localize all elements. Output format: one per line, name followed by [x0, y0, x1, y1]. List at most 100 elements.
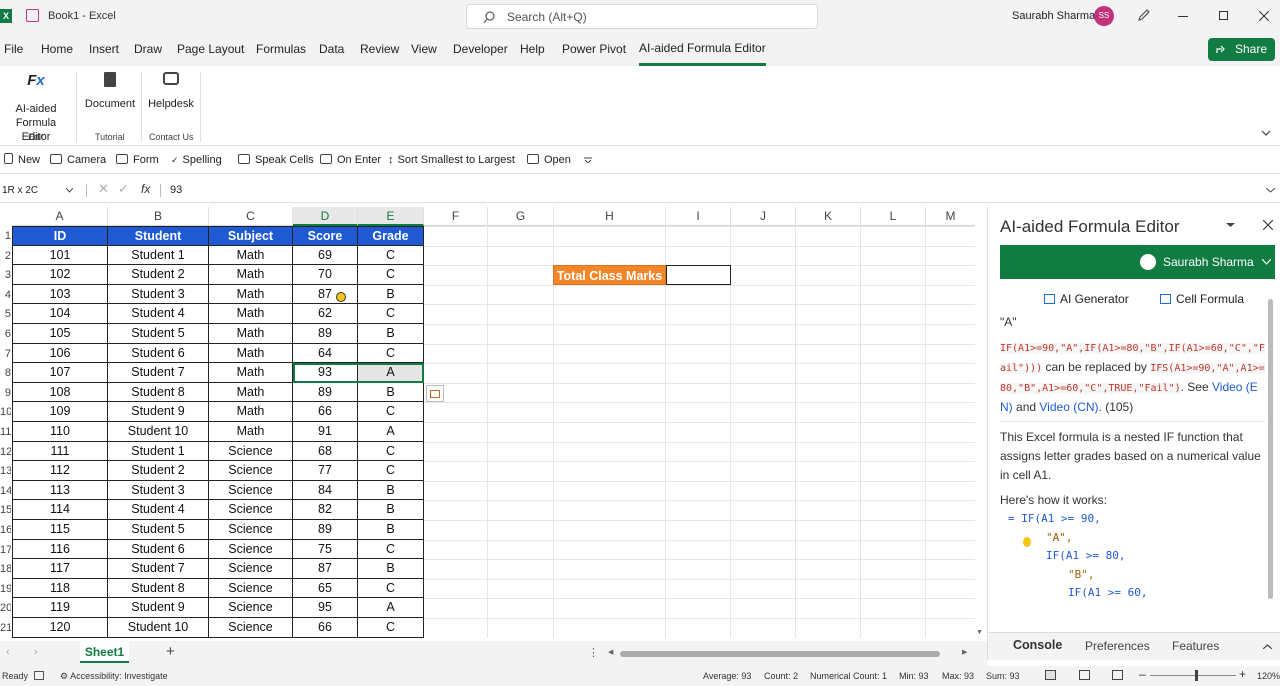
table-cell[interactable]: 87	[293, 559, 358, 579]
search-box[interactable]: Search (Alt+Q)	[466, 4, 818, 29]
add-sheet-icon[interactable]: +	[166, 643, 175, 660]
table-cell[interactable]: Science	[209, 500, 293, 520]
table-cell[interactable]: 66	[293, 402, 358, 422]
table-cell[interactable]: 65	[293, 578, 358, 599]
page-layout-view-icon[interactable]	[1079, 670, 1090, 680]
qat-spelling[interactable]: ✓ Spelling	[171, 151, 222, 170]
table-cell[interactable]: Student 2	[108, 461, 209, 481]
prev-sheet-icon[interactable]: ‹	[6, 646, 10, 658]
table-cell[interactable]: 111	[12, 441, 108, 462]
row-number[interactable]: 7	[0, 348, 11, 360]
row-number[interactable]: 9	[0, 387, 11, 399]
table-cell[interactable]: Math	[209, 382, 293, 403]
customize-qat-icon[interactable]	[584, 157, 592, 163]
table-cell[interactable]: C	[358, 441, 424, 462]
save-icon[interactable]	[26, 9, 39, 22]
table-cell[interactable]: Student 7	[108, 363, 209, 383]
scroll-right-icon[interactable]: ▶	[962, 648, 967, 656]
table-cell[interactable]: 120	[12, 618, 108, 638]
table-cell[interactable]: 64	[293, 343, 358, 364]
table-cell[interactable]: B	[358, 382, 424, 403]
column-header[interactable]: C	[209, 207, 293, 226]
table-cell[interactable]: Student 3	[108, 480, 209, 501]
row-number[interactable]: 19	[0, 583, 11, 595]
horizontal-scrollbar-thumb[interactable]	[620, 651, 940, 657]
restore-icon[interactable]	[1219, 11, 1228, 20]
pane-scrollbar[interactable]	[1267, 293, 1274, 613]
table-cell[interactable]: Student 1	[108, 245, 209, 266]
table-cell[interactable]: 62	[293, 304, 358, 324]
table-cell[interactable]: 110	[12, 422, 108, 442]
tab-cell-formula[interactable]: Cell Formula	[1160, 292, 1244, 306]
table-cell[interactable]: Student 9	[108, 402, 209, 422]
sheet-tab-sheet1[interactable]: Sheet1	[80, 641, 129, 663]
pane-close-icon[interactable]	[1263, 220, 1273, 230]
table-cell[interactable]: 101	[12, 245, 108, 266]
column-header[interactable]: M	[926, 207, 975, 226]
avatar[interactable]: SS	[1094, 6, 1114, 26]
qat-camera[interactable]: Camera	[50, 151, 106, 170]
row-number[interactable]: 13	[0, 465, 11, 477]
macro-icon[interactable]	[34, 671, 44, 680]
table-cell[interactable]: Student 8	[108, 578, 209, 599]
tab-developer[interactable]: Developer	[453, 33, 508, 66]
table-cell[interactable]: 115	[12, 520, 108, 540]
table-cell[interactable]: 117	[12, 559, 108, 579]
close-icon[interactable]	[1259, 11, 1269, 21]
column-header[interactable]: J	[731, 207, 796, 226]
tab-view[interactable]: View	[411, 33, 437, 66]
table-cell[interactable]: 112	[12, 461, 108, 481]
table-cell[interactable]: Science	[209, 461, 293, 481]
insert-function-icon[interactable]: fx	[141, 182, 150, 196]
table-cell[interactable]: Student 6	[108, 539, 209, 560]
zoom-out-icon[interactable]: –	[1139, 667, 1146, 681]
row-number[interactable]: 2	[0, 250, 11, 262]
qat-form[interactable]: Form	[116, 151, 159, 170]
row-number[interactable]: 1	[0, 230, 11, 242]
column-header[interactable]: I	[666, 207, 731, 226]
tab-page-layout[interactable]: Page Layout	[177, 33, 244, 66]
table-cell[interactable]: 91	[293, 422, 358, 442]
table-cell[interactable]: 66	[293, 618, 358, 638]
tab-ai-formula-editor[interactable]: AI-aided Formula Editor	[639, 33, 766, 66]
row-number[interactable]: 18	[0, 563, 11, 575]
table-cell[interactable]: 89	[293, 324, 358, 344]
tab-insert[interactable]: Insert	[89, 33, 119, 66]
video-cn-link[interactable]: Video (CN)	[1039, 400, 1098, 414]
quick-analysis-icon[interactable]	[426, 385, 444, 402]
row-number[interactable]: 6	[0, 328, 11, 340]
table-cell[interactable]: A	[358, 598, 424, 618]
row-number[interactable]: 12	[0, 446, 11, 458]
table-cell[interactable]: C	[358, 461, 424, 481]
table-cell[interactable]: 108	[12, 382, 108, 403]
table-cell[interactable]: Math	[209, 402, 293, 422]
page-break-view-icon[interactable]	[1112, 670, 1123, 680]
tab-home[interactable]: Home	[41, 33, 73, 66]
row-number[interactable]: 14	[0, 485, 11, 497]
next-sheet-icon[interactable]: ›	[34, 646, 38, 658]
tab-data[interactable]: Data	[319, 33, 344, 66]
table-cell[interactable]: 75	[293, 539, 358, 560]
tab-formulas[interactable]: Formulas	[256, 33, 306, 66]
tab-draw[interactable]: Draw	[134, 33, 162, 66]
table-cell[interactable]: 77	[293, 461, 358, 481]
table-cell[interactable]: Student 4	[108, 304, 209, 324]
table-cell[interactable]: Math	[209, 265, 293, 285]
table-header-cell[interactable]: Grade	[358, 226, 424, 246]
zoom-slider[interactable]	[1150, 670, 1236, 681]
table-cell[interactable]: C	[358, 343, 424, 364]
tab-console[interactable]: Console	[1013, 638, 1062, 652]
zoom-in-icon[interactable]: +	[1239, 667, 1246, 681]
normal-view-icon[interactable]	[1045, 670, 1056, 680]
table-cell[interactable]: B	[358, 520, 424, 540]
pane-scrollbar-thumb[interactable]	[1268, 299, 1273, 599]
row-number[interactable]: 16	[0, 524, 11, 536]
table-cell[interactable]: Science	[209, 598, 293, 618]
table-cell[interactable]: Student 5	[108, 520, 209, 540]
table-cell[interactable]: A	[358, 422, 424, 442]
pane-options-icon[interactable]	[1226, 223, 1235, 228]
qat-open[interactable]: Open	[527, 151, 571, 170]
table-cell[interactable]: 89	[293, 382, 358, 403]
table-cell[interactable]: 107	[12, 363, 108, 383]
user-name[interactable]: Saurabh Sharma	[1012, 10, 1095, 22]
